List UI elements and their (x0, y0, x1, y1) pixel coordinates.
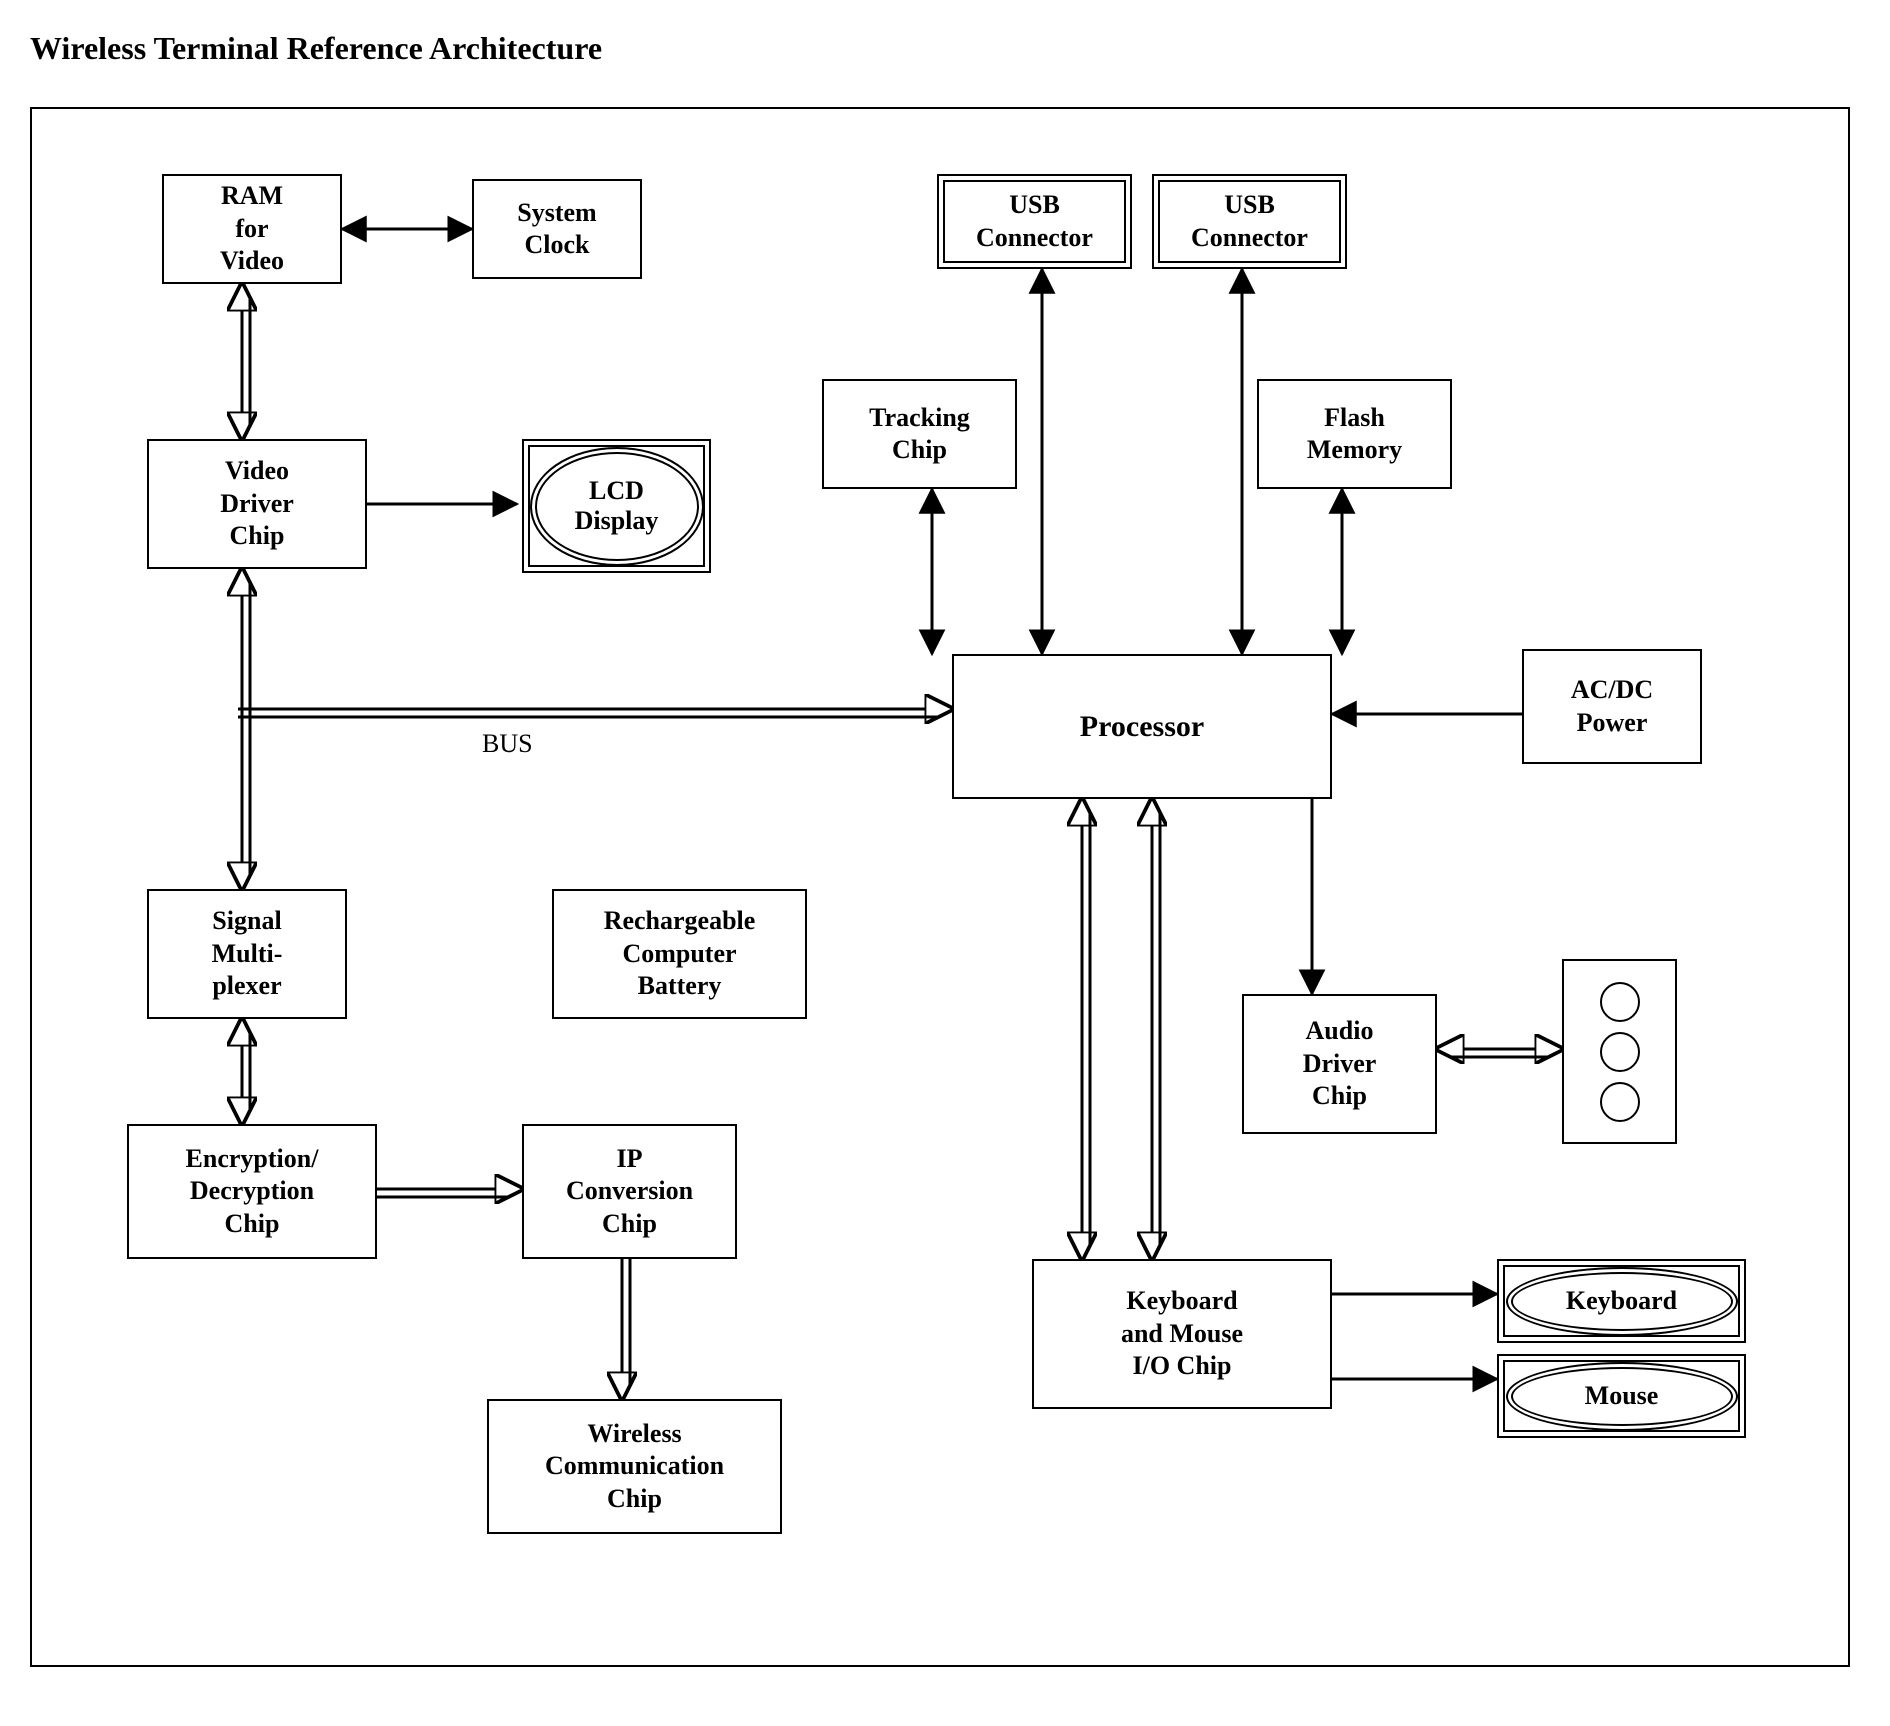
audio-jack-circle-1 (1600, 982, 1640, 1022)
block-tracking-chip: TrackingChip (822, 379, 1017, 489)
block-keyboard-mouse-io-chip: Keyboardand MouseI/O Chip (1032, 1259, 1332, 1409)
block-video-driver-chip: VideoDriverChip (147, 439, 367, 569)
block-battery: RechargeableComputerBattery (552, 889, 807, 1019)
bus-label: BUS (482, 729, 533, 759)
block-ram: RAMforVideo (162, 174, 342, 284)
audio-jack-circle-2 (1600, 1032, 1640, 1072)
block-audio-driver-chip: AudioDriverChip (1242, 994, 1437, 1134)
block-flash-memory: FlashMemory (1257, 379, 1452, 489)
block-processor: Processor (952, 654, 1332, 799)
block-ip-conversion-chip: IPConversionChip (522, 1124, 737, 1259)
block-signal-multiplexer: SignalMulti-plexer (147, 889, 347, 1019)
mouse-ellipse: Mouse (1506, 1362, 1738, 1431)
block-usb-connector-1: USBConnector (937, 174, 1132, 269)
lcd-display-ellipse: LCDDisplay (530, 447, 704, 566)
block-system-clock: SystemClock (472, 179, 642, 279)
block-usb-connector-2: USBConnector (1152, 174, 1347, 269)
block-acdc-power: AC/DCPower (1522, 649, 1702, 764)
block-encryption-chip: Encryption/DecryptionChip (127, 1124, 377, 1259)
block-audio-jacks (1562, 959, 1677, 1144)
audio-jack-circle-3 (1600, 1082, 1640, 1122)
block-keyboard-container: Keyboard (1497, 1259, 1746, 1343)
block-wireless-chip: WirelessCommunicationChip (487, 1399, 782, 1534)
block-lcd-display-container: LCDDisplay (522, 439, 711, 573)
keyboard-ellipse: Keyboard (1506, 1267, 1738, 1336)
diagram-title: Wireless Terminal Reference Architecture (30, 30, 1860, 67)
block-mouse-container: Mouse (1497, 1354, 1746, 1438)
diagram-frame: RAMforVideo SystemClock USBConnector USB… (30, 107, 1850, 1667)
